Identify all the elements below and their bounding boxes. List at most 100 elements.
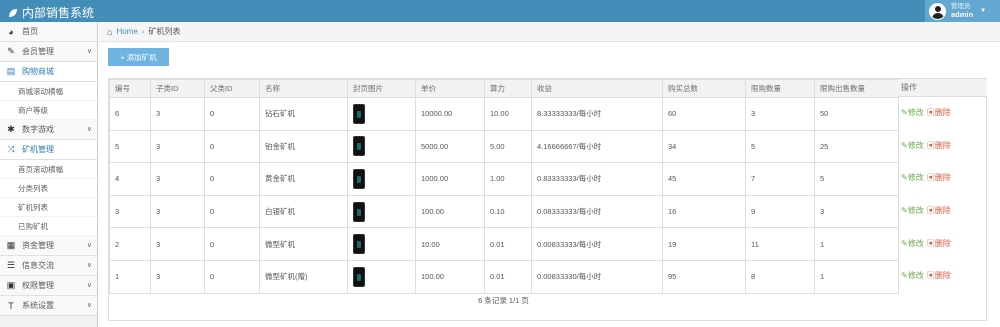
edit-link[interactable]: ✎修改 <box>901 270 924 281</box>
row-actions: ✎修改 ▣删除 <box>898 162 987 195</box>
table-row: 3 3 0 白银矿机 100.00 0.10 0.08333333/每小时 16 9 3 <box>109 194 899 229</box>
calendar-icon: ▦ <box>6 240 16 250</box>
sidebar-subitem[interactable]: 首页滚动横幅 <box>0 160 97 179</box>
edit-link[interactable]: ✎修改 <box>901 107 924 118</box>
user-menu[interactable]: 管理员 admin ▼ <box>925 0 1000 22</box>
sidebar-item[interactable]: ✎ 会员管理 ∨ <box>0 42 97 62</box>
sidebar-subitem[interactable]: 商户等级 <box>0 101 97 120</box>
sidebar-item[interactable]: ▣ 权限管理 ∨ <box>0 276 97 296</box>
table-cell: 11 <box>745 227 815 261</box>
delete-link[interactable]: ▣删除 <box>927 107 951 118</box>
table-cell: 100.00 <box>415 259 485 294</box>
table-cell: 19 <box>662 227 746 261</box>
chevron-down-icon: ∨ <box>86 126 92 133</box>
table-cell: 0 <box>204 129 260 164</box>
pencil-icon: ✎ <box>901 206 908 216</box>
home-icon: ⌂ <box>107 26 113 37</box>
pencil-icon: ✎ <box>901 140 908 150</box>
table-cell: 25 <box>814 129 899 164</box>
table-row: 4 3 0 黄金矿机 1000.00 1.00 0.83333333/每小时 45 7 5 <box>109 162 899 196</box>
table-cell: 2 <box>109 227 151 261</box>
sidebar-item-label: 购物商城 <box>22 67 54 76</box>
sidebar-subitem[interactable]: 已购矿机 <box>0 217 97 236</box>
cover-image-cell <box>347 162 416 196</box>
table-cell: 60 <box>662 97 746 131</box>
table-cell: 钻石矿机 <box>259 97 348 131</box>
leaf-icon <box>9 8 17 17</box>
edit-link[interactable]: ✎修改 <box>901 140 924 151</box>
chevron-down-icon: ∨ <box>86 282 92 289</box>
chevron-down-icon: ∨ <box>86 242 92 249</box>
row-actions: ✎修改 ▣删除 <box>898 260 987 293</box>
table-cell: 0 <box>204 194 260 229</box>
edit-link[interactable]: ✎修改 <box>901 238 924 249</box>
sidebar-item[interactable]: ▦ 资金管理 ∨ <box>0 236 97 256</box>
column-header: 名称 <box>259 79 348 98</box>
table-cell: 9 <box>745 194 815 229</box>
column-header: 单价 <box>415 79 485 98</box>
miner-thumbnail <box>353 103 365 124</box>
delete-link[interactable]: ▣删除 <box>927 270 951 281</box>
table-cell: 8 <box>745 259 815 294</box>
sidebar-item-label: 首页 <box>22 27 38 36</box>
sidebar-item[interactable]: ✱ 数字游戏 ∨ <box>0 120 97 140</box>
pencil-icon: ✎ <box>901 271 908 281</box>
sidebar-item[interactable]: ☰ 信息交流 ∨ <box>0 256 97 276</box>
caret-down-icon: ▼ <box>980 8 987 14</box>
table-cell: 50 <box>814 97 899 131</box>
column-header: 父类ID <box>204 79 260 98</box>
edit-link[interactable]: ✎修改 <box>901 205 924 216</box>
cover-image-cell <box>347 259 416 294</box>
table-cell: 100.00 <box>415 194 485 229</box>
pencil-icon: ✎ <box>901 173 908 183</box>
list-icon: ☰ <box>6 260 16 270</box>
miner-thumbnail <box>353 266 365 287</box>
cart-icon: ▤ <box>6 66 16 76</box>
table-cell: 34 <box>662 129 746 164</box>
table-cell: 6 <box>109 97 151 131</box>
edit-link[interactable]: ✎修改 <box>901 172 924 183</box>
table-cell: 8.33333333/每小时 <box>531 97 663 131</box>
delete-link[interactable]: ▣删除 <box>927 238 951 249</box>
chevron-down-icon: ∨ <box>86 262 92 269</box>
row-actions: ✎修改 ▣删除 <box>898 227 987 260</box>
sidebar-item[interactable]: ⤨ 矿机管理 <box>0 140 97 160</box>
breadcrumb-current: 矿机列表 <box>148 27 181 36</box>
table-cell: 3 <box>745 97 815 131</box>
table-cell: 4.16666667/每小时 <box>531 129 663 164</box>
miner-thumbnail <box>353 168 365 189</box>
table-row: 1 3 0 微型矿机(赠) 100.00 0.01 0.00833330/每小时 95 8 1 <box>109 259 899 294</box>
pencil-icon: ✎ <box>901 238 908 248</box>
breadcrumb-home[interactable]: Home <box>116 27 137 36</box>
sidebar-subitem[interactable]: 商城滚动横幅 <box>0 82 97 101</box>
table-cell: 1.00 <box>484 162 532 196</box>
dashboard-icon: ◕ <box>8 26 14 37</box>
table-cell: 1000.00 <box>415 162 485 196</box>
table-cell: 铂金矿机 <box>259 129 348 164</box>
table-cell: 7 <box>745 162 815 196</box>
delete-link[interactable]: ▣删除 <box>927 172 951 183</box>
add-miner-button[interactable]: + 添加矿机 <box>108 48 169 66</box>
table-cell: 5.00 <box>484 129 532 164</box>
brand[interactable]: 内部销售系统 <box>8 4 94 21</box>
table-cell: 16 <box>662 194 746 229</box>
chevron-down-icon: ∨ <box>86 302 92 309</box>
table-cell: 0.00833333/每小时 <box>531 227 663 261</box>
table-cell: 3 <box>150 227 205 261</box>
table-cell: 3 <box>150 194 205 229</box>
cover-image-cell <box>347 227 416 261</box>
miner-thumbnail <box>353 136 365 157</box>
table-row: 6 3 0 钻石矿机 10000.00 10.00 8.33333333/每小时 60 3 50 <box>109 97 899 131</box>
sidebar-subitem[interactable]: 分类列表 <box>0 179 97 198</box>
table-cell: 白银矿机 <box>259 194 348 229</box>
table-cell: 0 <box>204 97 260 131</box>
miner-thumbnail <box>353 234 365 255</box>
sidebar-item[interactable]: ▤ 购物商城 <box>0 62 97 82</box>
table-row: 2 3 0 微型矿机 10.00 0.01 0.00833333/每小时 19 11 1 <box>109 227 899 261</box>
sidebar-item[interactable]: ◕ 首页 <box>0 22 97 42</box>
delete-link[interactable]: ▣删除 <box>927 205 951 216</box>
cover-image-cell <box>347 97 416 131</box>
sidebar-item[interactable]: T 系统设置 ∨ <box>0 296 97 316</box>
delete-link[interactable]: ▣删除 <box>927 140 951 151</box>
sidebar-subitem[interactable]: 矿机列表 <box>0 198 97 217</box>
